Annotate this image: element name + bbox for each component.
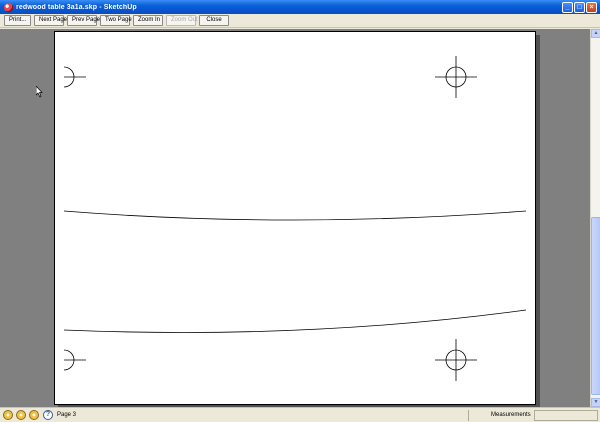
scroll-up-arrow-icon[interactable]: ▲ — [591, 29, 600, 38]
sketchup-app-icon[interactable] — [4, 2, 13, 12]
page-drawing — [63, 56, 527, 381]
prev-page-button[interactable]: Prev Page — [67, 15, 100, 26]
window-controls: _ □ × — [562, 1, 597, 13]
template-curve-upper — [63, 210, 527, 221]
registration-mark-top-right — [435, 56, 477, 98]
print-button[interactable]: Print... — [4, 15, 31, 26]
registration-mark-bottom-right — [435, 339, 477, 381]
close-preview-button[interactable]: Close — [199, 15, 229, 26]
preview-area — [0, 29, 590, 407]
close-window-button[interactable]: × — [586, 1, 597, 13]
measurements-field[interactable] — [534, 409, 598, 421]
mouse-pointer-icon — [36, 86, 43, 98]
registration-mark-bottom-left — [63, 349, 86, 371]
zoom-in-button[interactable]: Zoom In — [133, 15, 163, 26]
two-page-button[interactable]: Two Page — [100, 15, 132, 26]
scroll-down-arrow-icon[interactable]: ▼ — [591, 398, 600, 407]
page-indicator: Page 3 — [57, 412, 77, 418]
maximize-button[interactable]: □ — [574, 1, 585, 13]
help-icon[interactable]: ? — [43, 410, 53, 420]
minimize-button[interactable]: _ — [562, 1, 573, 13]
preview-page[interactable] — [54, 31, 536, 405]
print-preview-toolbar: Print... Next Page Prev Page Two Page Zo… — [0, 14, 600, 28]
credits-icon[interactable] — [16, 410, 26, 420]
vertical-scrollbar[interactable]: ▲ ▼ — [590, 29, 600, 407]
scrollbar-thumb[interactable] — [591, 217, 600, 395]
zoom-out-button: Zoom Out — [166, 15, 198, 26]
next-page-button[interactable]: Next Page — [34, 15, 67, 26]
window-title: redwood table 3a1a.skp - SketchUp — [16, 3, 137, 11]
template-curve-lower — [63, 309, 527, 333]
registration-mark-top-left — [63, 66, 86, 88]
geo-location-icon[interactable] — [3, 410, 13, 420]
measurements-label: Measurements — [468, 409, 534, 421]
user-account-icon[interactable] — [29, 410, 39, 420]
status-bar: ? Page 3 Measurements — [0, 407, 600, 422]
title-bar[interactable]: redwood table 3a1a.skp - SketchUp _ □ × — [0, 0, 600, 14]
